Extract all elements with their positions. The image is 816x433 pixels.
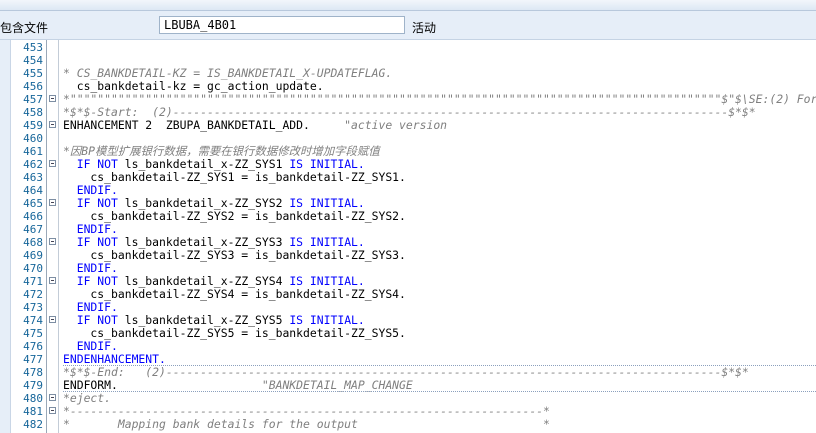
title-strip: [0, 0, 816, 11]
line-number: 462: [23, 158, 43, 171]
line-number: 481: [23, 405, 43, 418]
fold-toggle-icon[interactable]: [49, 238, 56, 245]
line-number: 457: [23, 93, 43, 106]
line-number: 471: [23, 275, 43, 288]
fold-toggle-icon[interactable]: [49, 277, 56, 284]
line-number: 461: [23, 145, 43, 158]
line-number: 453: [23, 41, 43, 54]
fold-toggle-icon[interactable]: [49, 316, 56, 323]
fold-toggle-icon[interactable]: [49, 160, 56, 167]
line-number: 467: [23, 223, 43, 236]
code-line[interactable]: 453: [0, 41, 816, 54]
code-line[interactable]: 482 * Mapping bank details for the output…: [0, 417, 816, 432]
line-number: 470: [23, 262, 43, 275]
line-number: 463: [23, 171, 43, 184]
line-number: 456: [23, 80, 43, 93]
line-number: 455: [23, 67, 43, 80]
line-number: 474: [23, 314, 43, 327]
code-line[interactable]: 479 ENDFORM. "BANKDETAIL_MAP_CHANGE: [0, 379, 816, 392]
line-number: 472: [23, 288, 43, 301]
code-line[interactable]: 475 cs_bankdetail-ZZ_SYS5 = is_bankdetai…: [0, 327, 816, 341]
line-number: 477: [23, 353, 43, 366]
include-name-field[interactable]: LBUBA_4B01: [159, 16, 405, 34]
line-number: 482: [23, 418, 43, 431]
line-number: 480: [23, 392, 43, 405]
line-number: 473: [23, 301, 43, 314]
code-line[interactable]: 463 cs_bankdetail-ZZ_SYS1 = is_bankdetai…: [0, 171, 816, 185]
code-text: ENDFORM. "BANKDETAIL_MAP_CHANGE: [63, 378, 413, 392]
line-number: 458: [23, 106, 43, 119]
line-number: 466: [23, 210, 43, 223]
line-number: 479: [23, 379, 43, 392]
code-line[interactable]: 472 cs_bankdetail-ZZ_SYS4 = is_bankdetai…: [0, 288, 816, 302]
line-number: 459: [23, 119, 43, 132]
code-text: * Mapping bank details for the output *: [63, 417, 550, 431]
include-header: 包含文件 LBUBA_4B01 活动: [0, 11, 816, 40]
line-number: 478: [23, 366, 43, 379]
code-line[interactable]: 469 cs_bankdetail-ZZ_SYS3 = is_bankdetai…: [0, 249, 816, 263]
line-number: 454: [23, 54, 43, 67]
fold-toggle-icon[interactable]: [49, 121, 56, 128]
line-number: 469: [23, 249, 43, 262]
line-number: 460: [23, 132, 43, 145]
include-label: 包含文件: [0, 21, 49, 35]
line-number: 476: [23, 340, 43, 353]
fold-toggle-icon[interactable]: [49, 199, 56, 206]
line-number: 464: [23, 184, 43, 197]
code-line[interactable]: 466 cs_bankdetail-ZZ_SYS2 = is_bankdetai…: [0, 210, 816, 224]
code-text: ENHANCEMENT 2 ZBUPA_BANKDETAIL_ADD. "act…: [63, 118, 448, 132]
line-number: 465: [23, 197, 43, 210]
line-number: 475: [23, 327, 43, 340]
fold-toggle-icon[interactable]: [49, 394, 56, 401]
status-text: 活动: [412, 21, 437, 35]
line-number: 468: [23, 236, 43, 249]
fold-toggle-icon[interactable]: [49, 407, 56, 414]
code-line[interactable]: 459 ENHANCEMENT 2 ZBUPA_BANKDETAIL_ADD. "…: [0, 118, 816, 133]
abap-code-editor[interactable]: 453 454 455 * CS_BANKDETAIL-KZ = IS_BANKDET…: [0, 40, 816, 433]
fold-toggle-icon[interactable]: [49, 95, 56, 102]
code-lines: 453 454 455 * CS_BANKDETAIL-KZ = IS_BANKDET…: [0, 41, 816, 431]
